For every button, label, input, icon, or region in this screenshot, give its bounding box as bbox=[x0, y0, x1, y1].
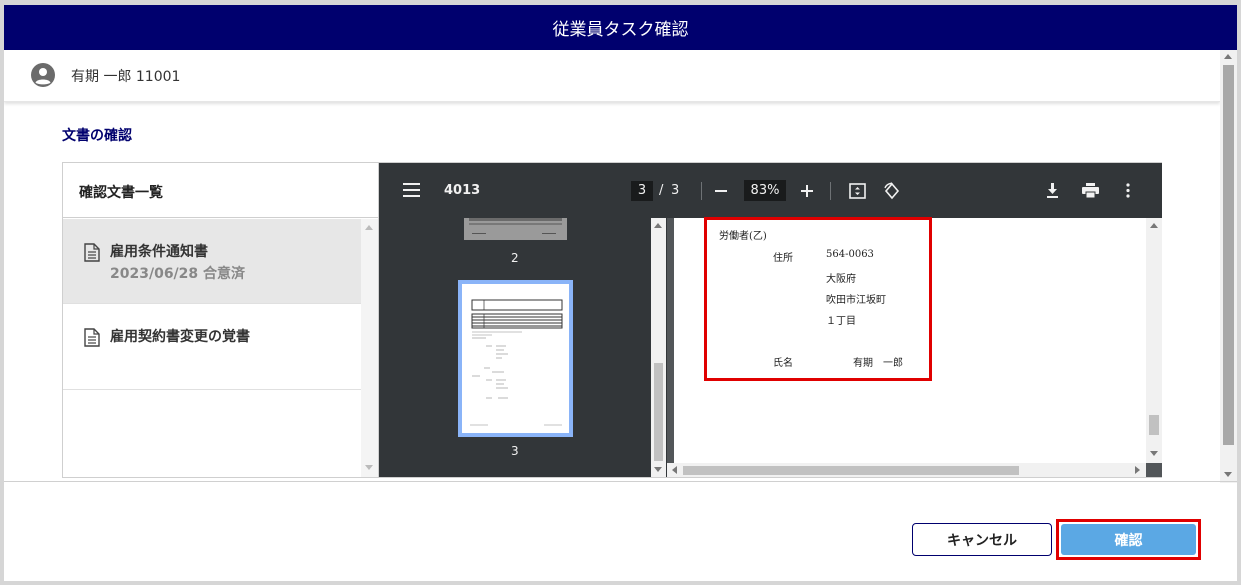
document-icon bbox=[84, 328, 100, 347]
pdf-toolbar: 4013 3 / 3 83% bbox=[379, 163, 1162, 218]
name-value: 有期 一郎 bbox=[853, 358, 903, 369]
document-item-employment-conditions[interactable]: 雇用条件通知書 2023/06/28 合意済 bbox=[63, 219, 361, 304]
download-icon[interactable] bbox=[1046, 183, 1059, 198]
user-bar: 有期 一郎 11001 bbox=[4, 50, 1220, 102]
zoom-out-icon[interactable] bbox=[715, 190, 727, 192]
scroll-up-arrow-icon[interactable] bbox=[365, 225, 373, 230]
page-vertical-scrollbar-thumb[interactable] bbox=[1149, 415, 1159, 435]
page-horizontal-scrollbar-thumb[interactable] bbox=[683, 466, 1019, 475]
page-thumbnail-2[interactable] bbox=[464, 218, 567, 240]
document-item-title: 雇用契約書変更の覚書 bbox=[110, 329, 250, 345]
scroll-up-arrow-icon[interactable] bbox=[1150, 223, 1158, 228]
confirm-button[interactable]: 確認 bbox=[1061, 524, 1196, 555]
toolbar-divider bbox=[701, 182, 702, 200]
scroll-up-arrow-icon[interactable] bbox=[1224, 54, 1232, 59]
thumbnail-label: 3 bbox=[511, 444, 519, 458]
rotate-icon[interactable] bbox=[883, 182, 901, 200]
document-list-scrollbar[interactable] bbox=[361, 219, 378, 477]
thumbnail-scrollbar-thumb[interactable] bbox=[654, 363, 663, 461]
scroll-down-arrow-icon[interactable] bbox=[1224, 472, 1232, 477]
page-thumbnail-3-preview bbox=[462, 284, 569, 433]
user-name: 有期 一郎 11001 bbox=[71, 69, 181, 85]
window-title: 従業員タスク確認 bbox=[552, 20, 689, 40]
fit-to-page-icon[interactable] bbox=[849, 183, 866, 199]
page-thumbnail-3[interactable] bbox=[458, 280, 573, 437]
pdf-page: 労働者(乙) 住所 564-0063 大阪府 吹田市江坂町 １丁目 氏名 有期 … bbox=[671, 218, 1146, 463]
page-number-input[interactable]: 3 bbox=[631, 181, 653, 201]
scroll-right-arrow-icon[interactable] bbox=[1135, 466, 1140, 474]
pdf-viewer: 4013 3 / 3 83% 2 3 労働者(乙) 住所 564-0063 大阪… bbox=[379, 163, 1162, 477]
document-icon bbox=[84, 243, 100, 262]
pdf-file-name: 4013 bbox=[444, 183, 481, 198]
document-list: 確認文書一覧 雇用条件通知書 2023/06/28 合意済 雇用契約書変更の覚書 bbox=[63, 163, 379, 477]
page-separator: / bbox=[659, 183, 664, 198]
scroll-left-arrow-icon[interactable] bbox=[672, 466, 677, 474]
name-label: 氏名 bbox=[773, 358, 793, 369]
footer-divider bbox=[4, 481, 1237, 482]
pdf-page-area: 労働者(乙) 住所 564-0063 大阪府 吹田市江坂町 １丁目 氏名 有期 … bbox=[667, 218, 1162, 477]
page-vertical-scrollbar[interactable] bbox=[1146, 218, 1162, 463]
toolbar-divider bbox=[830, 182, 831, 200]
page-horizontal-scrollbar[interactable] bbox=[667, 463, 1146, 477]
scroll-down-arrow-icon[interactable] bbox=[1150, 451, 1158, 456]
menu-icon[interactable] bbox=[403, 183, 420, 197]
confirm-highlight: 確認 bbox=[1056, 519, 1201, 560]
document-item-title: 雇用条件通知書 bbox=[110, 244, 208, 260]
title-bar: 従業員タスク確認 bbox=[4, 5, 1237, 50]
document-panel: 確認文書一覧 雇用条件通知書 2023/06/28 合意済 雇用契約書変更の覚書… bbox=[62, 162, 1162, 478]
zoom-in-icon[interactable] bbox=[801, 185, 813, 197]
app-window: 従業員タスク確認 有期 一郎 11001 文書の確認 確認文書一覧 雇用条件通知… bbox=[4, 5, 1237, 581]
party-label: 労働者(乙) bbox=[719, 231, 767, 242]
section-title: 文書の確認 bbox=[62, 128, 132, 144]
thumbnail-scrollbar[interactable] bbox=[651, 218, 666, 477]
total-pages: 3 bbox=[671, 183, 680, 198]
address-prefecture: 大阪府 bbox=[826, 274, 856, 285]
cancel-button[interactable]: キャンセル bbox=[912, 523, 1052, 556]
postal-code: 564-0063 bbox=[826, 249, 874, 260]
address-city: 吹田市江坂町 bbox=[826, 295, 886, 306]
page-thumbnail-2-preview bbox=[469, 218, 562, 234]
document-item-status: 2023/06/28 合意済 bbox=[110, 266, 246, 282]
thumbnail-pane: 2 3 bbox=[379, 218, 667, 477]
document-list-header: 確認文書一覧 bbox=[63, 163, 378, 218]
print-icon[interactable] bbox=[1082, 183, 1099, 198]
scroll-down-arrow-icon[interactable] bbox=[654, 467, 662, 472]
zoom-level-input[interactable]: 83% bbox=[744, 180, 786, 201]
address-label: 住所 bbox=[773, 253, 793, 264]
document-item-contract-amendment[interactable]: 雇用契約書変更の覚書 bbox=[63, 304, 361, 390]
page-scrollbar-thumb[interactable] bbox=[1223, 65, 1234, 445]
thumbnail-label: 2 bbox=[511, 251, 519, 265]
address-block: １丁目 bbox=[826, 316, 856, 327]
scroll-down-arrow-icon[interactable] bbox=[365, 465, 373, 470]
scroll-up-arrow-icon[interactable] bbox=[654, 223, 662, 228]
more-options-icon[interactable] bbox=[1126, 183, 1130, 198]
page-scrollbar[interactable] bbox=[1220, 50, 1237, 483]
account-circle-icon bbox=[31, 63, 55, 87]
